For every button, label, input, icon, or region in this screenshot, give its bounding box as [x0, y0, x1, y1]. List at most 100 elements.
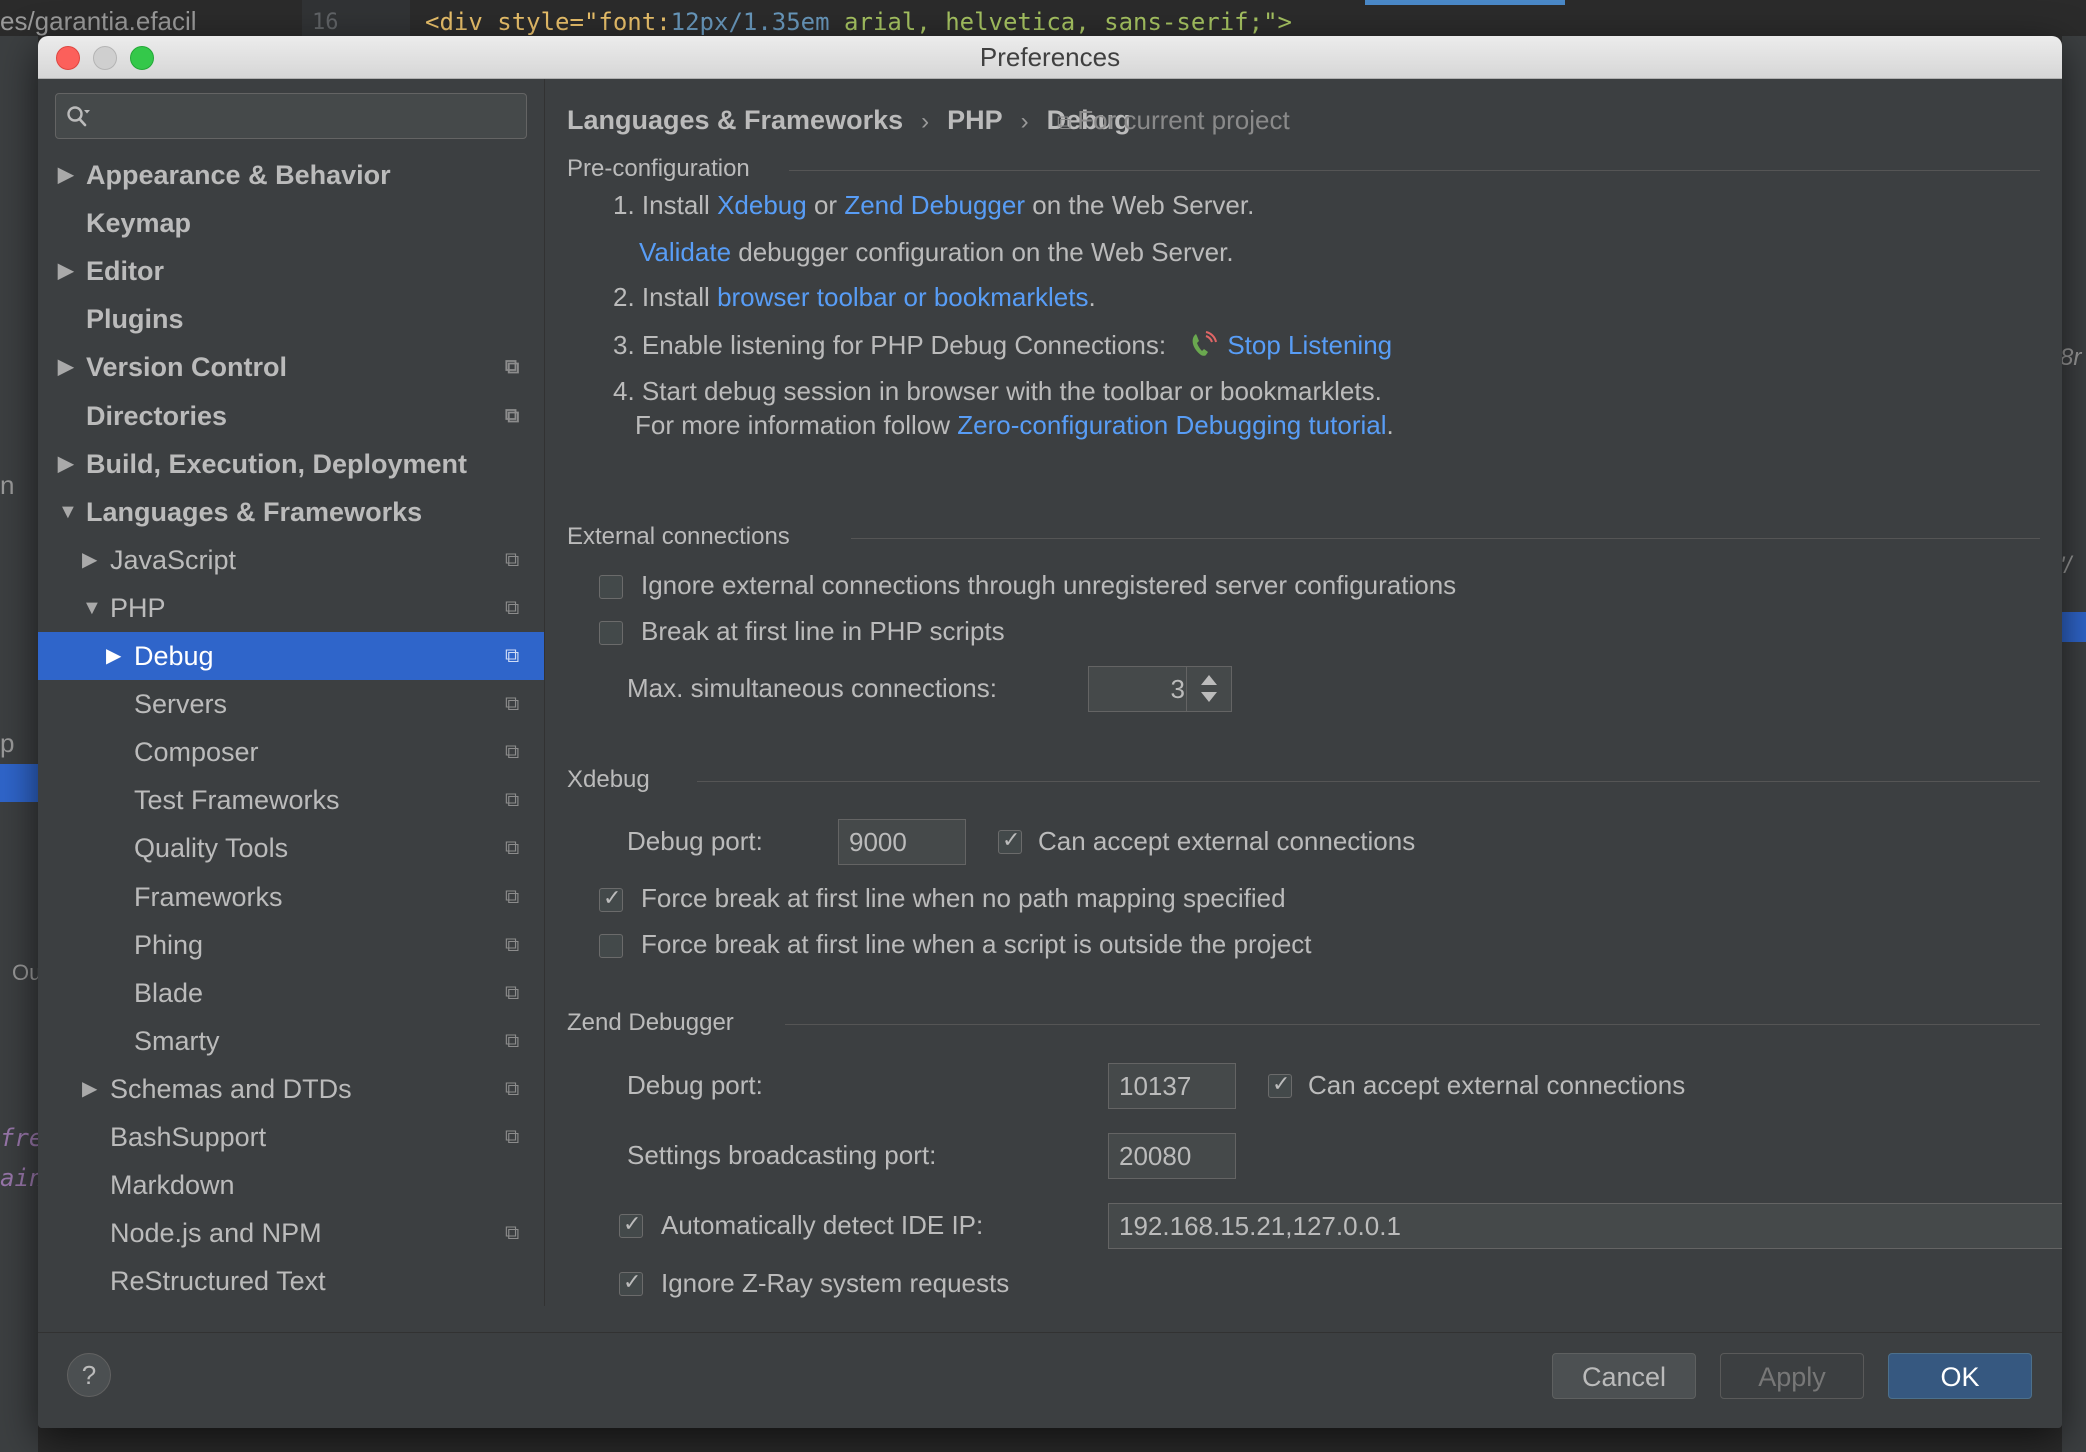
sidebar-item-plugins[interactable]: Plugins	[38, 295, 544, 343]
xdebug-link[interactable]: Xdebug	[717, 190, 807, 220]
sidebar-item-javascript[interactable]: ▶ JavaScript ⧉	[38, 536, 544, 584]
sidebar-item-appearance-behavior[interactable]: ▶ Appearance & Behavior	[38, 151, 544, 199]
ignore-zray-checkbox[interactable]: ✓	[619, 1269, 643, 1296]
project-scope-icon: ⧉	[505, 404, 520, 427]
validate-link[interactable]: Validate	[639, 237, 731, 267]
sidebar-item-servers[interactable]: Servers ⧉	[38, 680, 544, 728]
project-scope-icon: ⧉	[505, 885, 520, 908]
collapsed-arrow-icon[interactable]: ▶	[58, 247, 73, 295]
sidebar-item-quality-tools[interactable]: Quality Tools ⧉	[38, 824, 544, 872]
ide-left-fragment: Ou	[12, 960, 42, 985]
ide-right-panel	[2062, 36, 2086, 1452]
sidebar-item-frameworks[interactable]: Frameworks ⧉	[38, 873, 544, 921]
sidebar-item-directories[interactable]: Directories ⧉	[38, 392, 544, 440]
browser-toolbar-link[interactable]: browser toolbar or bookmarklets	[717, 282, 1088, 312]
ide-ip-field[interactable]: 192.168.15.21,127.0.0.1	[1108, 1203, 2062, 1249]
sidebar-item-schemas-and-dtds[interactable]: ▶ Schemas and DTDs ⧉	[38, 1065, 544, 1113]
spinner-arrows[interactable]	[1186, 667, 1231, 711]
max-connections-spinner[interactable]: 3	[1088, 666, 1232, 712]
sidebar-item-label: Schemas and DTDs	[110, 1073, 352, 1104]
sidebar-item-label: Directories	[86, 400, 228, 431]
apply-button[interactable]: Apply	[1720, 1353, 1864, 1399]
spinner-up-icon[interactable]	[1201, 675, 1217, 685]
project-scope-icon: ⧉	[505, 789, 520, 812]
sidebar-item-markdown[interactable]: Markdown	[38, 1161, 544, 1209]
help-button[interactable]: ?	[67, 1353, 111, 1397]
settings-search-input[interactable]	[112, 100, 516, 134]
sidebar-item-version-control[interactable]: ▶ Version Control ⧉	[38, 343, 544, 391]
step-1-suffix: on the Web Server.	[1032, 190, 1255, 220]
sidebar-item-test-frameworks[interactable]: Test Frameworks ⧉	[38, 776, 544, 824]
sidebar-item-label: Keymap	[86, 208, 192, 239]
section-title-preconfiguration: Pre-configuration	[567, 155, 750, 182]
cancel-button[interactable]: Cancel	[1552, 1353, 1696, 1399]
zend-accept-external-checkbox[interactable]: ✓	[1268, 1071, 1292, 1098]
sidebar-item-php[interactable]: ▼ PHP ⧉	[38, 584, 544, 632]
sidebar-item-languages-frameworks[interactable]: ▼ Languages & Frameworks	[38, 488, 544, 536]
expanded-arrow-icon[interactable]: ▼	[82, 584, 102, 632]
sidebar-item-debug[interactable]: ▶ Debug ⧉	[38, 632, 544, 680]
project-scope-icon: ⧉	[505, 356, 520, 379]
collapsed-arrow-icon[interactable]: ▶	[106, 632, 121, 680]
sidebar-item-smarty[interactable]: Smarty ⧉	[38, 1017, 544, 1065]
collapsed-arrow-icon[interactable]: ▶	[58, 343, 73, 391]
sidebar-item-bashsupport[interactable]: BashSupport ⧉	[38, 1113, 544, 1161]
section-divider	[697, 781, 2040, 782]
broadcast-port-field[interactable]: 20080	[1108, 1133, 1236, 1179]
sidebar-item-restructured-text[interactable]: ReStructured Text	[38, 1257, 544, 1305]
spinner-down-icon[interactable]	[1201, 692, 1217, 702]
sidebar-item-sql-dialects[interactable]: SQL Dialects ⧉	[38, 1305, 544, 1306]
zend-debugger-link[interactable]: Zend Debugger	[844, 190, 1025, 220]
xdebug-accept-external-checkbox[interactable]: ✓	[998, 827, 1022, 854]
section-divider	[789, 170, 2040, 171]
break-first-line-checkbox[interactable]	[599, 621, 623, 645]
ignore-external-connections-checkbox[interactable]	[599, 575, 623, 599]
collapsed-arrow-icon[interactable]: ▶	[82, 1065, 97, 1113]
zero-config-tutorial-link[interactable]: Zero-configuration Debugging tutorial	[957, 410, 1386, 440]
sidebar-item-label: Quality Tools	[134, 833, 289, 864]
xdebug-port-field[interactable]: 9000	[838, 819, 966, 865]
ignore-zray-label: Ignore Z-Ray system requests	[661, 1268, 1010, 1298]
preferences-dialog: Preferences ▶ Appearance & Behavior Keymap…	[38, 36, 2062, 1428]
scope-text: For current project	[1077, 105, 1290, 135]
force-break-no-path-checkbox[interactable]: ✓	[599, 885, 623, 912]
sidebar-item-label: Frameworks	[134, 881, 283, 912]
expanded-arrow-icon[interactable]: ▼	[58, 488, 78, 536]
force-break-outside-project-label: Force break at first line when a script …	[641, 929, 1312, 959]
broadcast-port-label: Settings broadcasting port:	[627, 1140, 937, 1170]
ide-right-selection	[2062, 612, 2086, 642]
section-title-external-connections: External connections	[567, 523, 790, 550]
dialog-footer: ? Cancel Apply OK	[38, 1332, 2062, 1428]
collapsed-arrow-icon[interactable]: ▶	[58, 440, 73, 488]
sidebar-item-editor[interactable]: ▶ Editor	[38, 247, 544, 295]
zend-port-field[interactable]: 10137	[1108, 1063, 1236, 1109]
project-scope-icon: ⧉	[1057, 112, 1072, 134]
max-connections-value[interactable]: 3	[1171, 667, 1185, 711]
stop-listening-link[interactable]: Stop Listening	[1227, 330, 1392, 360]
force-break-outside-project-checkbox[interactable]	[599, 934, 623, 958]
project-scope-icon: ⧉	[505, 933, 520, 956]
sidebar-item-node-js-and-npm[interactable]: Node.js and NPM ⧉	[38, 1209, 544, 1257]
xdebug-port-label: Debug port:	[627, 826, 763, 856]
checkmark-icon: ✓	[623, 1269, 642, 1294]
sidebar-item-phing[interactable]: Phing ⧉	[38, 921, 544, 969]
collapsed-arrow-icon[interactable]: ▶	[58, 151, 73, 199]
project-scope-icon: ⧉	[505, 1222, 520, 1245]
ide-left-selection	[0, 764, 38, 802]
ide-left-fragment: n	[0, 470, 15, 500]
auto-detect-ip-checkbox[interactable]: ✓	[619, 1211, 643, 1238]
sidebar-item-keymap[interactable]: Keymap	[38, 199, 544, 247]
sidebar-item-composer[interactable]: Composer ⧉	[38, 728, 544, 776]
sidebar-item-label: Test Frameworks	[134, 785, 340, 816]
ide-left-fragment: p	[0, 728, 15, 758]
collapsed-arrow-icon[interactable]: ▶	[82, 536, 97, 584]
section-divider	[851, 538, 2040, 539]
ok-button[interactable]: OK	[1888, 1353, 2032, 1399]
sidebar-item-blade[interactable]: Blade ⧉	[38, 969, 544, 1017]
section-title-zend-debugger: Zend Debugger	[567, 1009, 734, 1036]
preconfig-step-3: 3. Enable listening for PHP Debug Connec…	[613, 330, 1392, 361]
sidebar-item-label: Editor	[86, 256, 164, 287]
sidebar-item-build-execution-deployment[interactable]: ▶ Build, Execution, Deployment	[38, 440, 544, 488]
settings-search-box[interactable]	[55, 93, 527, 139]
settings-sidebar: ▶ Appearance & Behavior Keymap ▶ Editor Plugi…	[38, 79, 545, 1306]
